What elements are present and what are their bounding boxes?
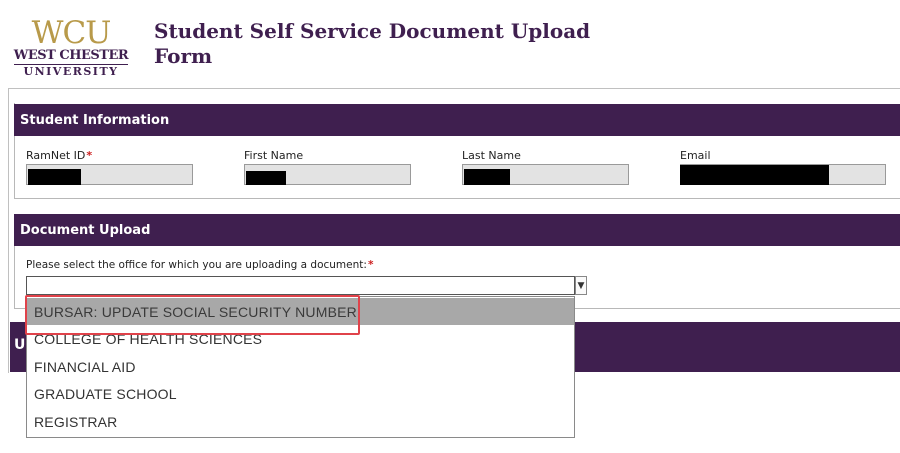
first-name-label: First Name — [244, 149, 304, 162]
student-info-header: Student Information — [14, 104, 900, 136]
ramnet-id-label-text: RamNet ID — [26, 149, 86, 162]
dropdown-option-graduate-school[interactable]: GRADUATE SCHOOL — [27, 380, 574, 407]
form-top-rule — [8, 88, 900, 89]
dropdown-option-financial-aid[interactable]: FINANCIAL AID — [27, 353, 574, 380]
highlight-annotation — [25, 295, 360, 335]
redaction-block — [680, 165, 829, 185]
office-select[interactable] — [26, 276, 575, 295]
next-section-header-initial: U — [14, 337, 26, 353]
student-info-header-label: Student Information — [20, 112, 170, 128]
page-title: Student Self Service Document Upload For… — [154, 19, 591, 68]
document-upload-header: Document Upload — [14, 214, 900, 246]
document-upload-header-label: Document Upload — [20, 222, 151, 238]
wcu-logo: WCU WEST CHESTER UNIVERSITY — [12, 18, 130, 80]
redaction-block — [464, 169, 510, 185]
office-select-label: Please select the office for which you a… — [26, 259, 373, 271]
logo-line2: UNIVERSITY — [23, 65, 119, 78]
last-name-label: Last Name — [462, 149, 521, 162]
form-left-rule — [8, 88, 9, 373]
dropdown-option-registrar[interactable]: REGISTRAR — [27, 408, 574, 435]
required-mark: * — [86, 149, 93, 162]
chevron-down-icon[interactable]: ▼ — [575, 276, 587, 295]
ramnet-id-label: RamNet ID* — [26, 149, 92, 162]
redaction-block — [246, 171, 286, 185]
redaction-block — [28, 169, 81, 185]
email-label: Email — [680, 149, 711, 162]
logo-line1: WEST CHESTER — [13, 48, 129, 63]
required-mark: * — [367, 259, 374, 271]
logo-abbrev: WCU — [31, 15, 112, 51]
office-select-label-text: Please select the office for which you a… — [26, 259, 367, 271]
